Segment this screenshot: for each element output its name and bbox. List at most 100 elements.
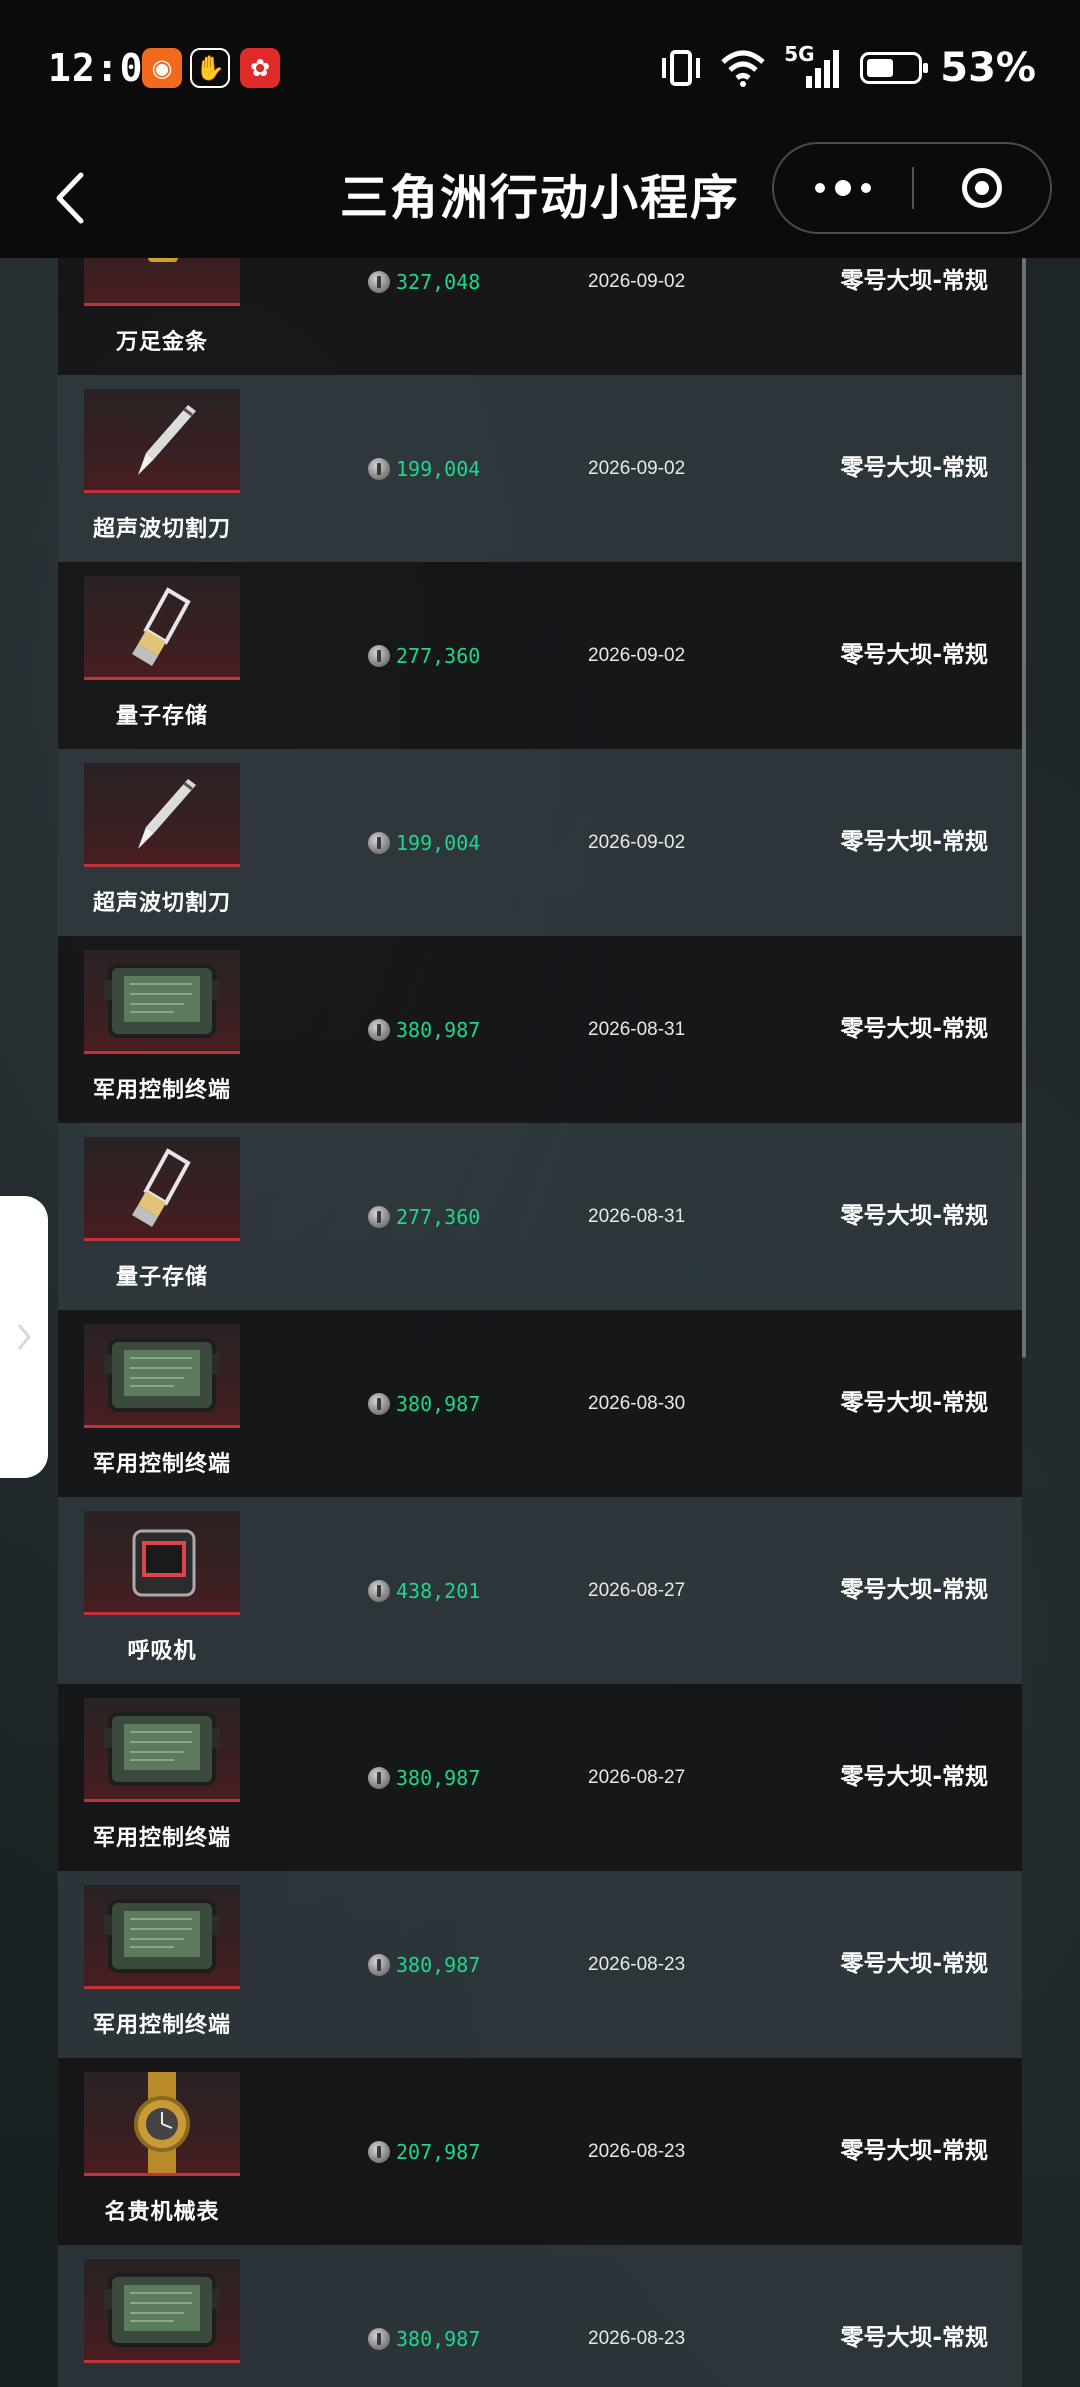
record-row[interactable]: 万足金条 327,048 2026-09-02 零号大坝-常规 [58, 258, 1022, 375]
record-date: 2026-08-27 [588, 1767, 686, 1788]
wifi-icon [721, 50, 765, 87]
target-icon [962, 168, 1002, 208]
map-mode: 零号大坝-常规 [840, 268, 988, 294]
item-name: 超声波切割刀 [92, 517, 231, 542]
item-name: 万足金条 [115, 330, 208, 355]
item-name: 名贵机械表 [104, 2200, 220, 2225]
item-name: 军用控制终端 [92, 1452, 231, 1477]
record-row[interactable]: 名贵机械表 207,987 2026-08-23 零号大坝-常规 [58, 2058, 1022, 2245]
record-date: 2026-09-02 [588, 271, 686, 292]
coin-icon [368, 1766, 390, 1789]
side-drawer-handle[interactable] [0, 1196, 48, 1478]
item-price: 199,004 [396, 456, 481, 481]
control-terminal-icon [84, 950, 240, 1054]
price-cell: 380,987 [368, 1871, 480, 2058]
gold-bar-icon [84, 258, 240, 306]
record-list-viewport[interactable]: 万足金条 327,048 2026-09-02 零号大坝-常规 超声波切割刀 199,00… [0, 258, 1080, 2387]
map-mode: 零号大坝-常规 [840, 1390, 988, 1416]
record-date: 2026-08-31 [588, 1206, 686, 1227]
price-cell: 380,987 [368, 1310, 480, 1497]
scalpel-icon [84, 763, 240, 867]
nav-bar: 三角洲行动小程序 [0, 140, 1080, 258]
more-dots-icon [815, 183, 825, 193]
map-mode: 零号大坝-常规 [840, 1203, 988, 1229]
item-price: 277,360 [396, 1204, 481, 1229]
coin-icon [368, 1953, 390, 1976]
item-name: 呼吸机 [127, 1639, 197, 1664]
coin-icon [368, 644, 390, 667]
price-cell: 438,201 [368, 1497, 480, 1684]
record-row[interactable]: 量子存储 277,360 2026-09-02 零号大坝-常规 [58, 562, 1022, 749]
record-list: 万足金条 327,048 2026-09-02 零号大坝-常规 超声波切割刀 199,00… [58, 258, 1022, 2387]
item-name: 军用控制终端 [92, 1826, 231, 1851]
record-date: 2026-08-27 [588, 1580, 686, 1601]
price-cell: 380,987 [368, 936, 480, 1123]
more-menu-button[interactable] [774, 144, 912, 232]
record-date: 2026-08-23 [588, 1954, 686, 1975]
price-cell: 327,048 [368, 258, 480, 375]
map-mode: 零号大坝-常规 [840, 2138, 988, 2164]
usb-drive-icon [84, 576, 240, 680]
coin-icon [368, 270, 390, 293]
app-notification-icon: ◉ [142, 48, 182, 88]
coin-icon [368, 831, 390, 854]
record-row[interactable]: 380,987 2026-08-23 零号大坝-常规 [58, 2245, 1022, 2387]
price-cell: 380,987 [368, 2245, 480, 2387]
control-terminal-icon [84, 2259, 240, 2363]
record-row[interactable]: 超声波切割刀 199,004 2026-09-02 零号大坝-常规 [58, 749, 1022, 936]
status-bar: 12:01 ◉ ✋ ✿ 5G 53% [0, 0, 1080, 140]
coin-icon [368, 2327, 390, 2350]
game-notification-icon: ✿ [240, 48, 280, 88]
price-cell: 199,004 [368, 749, 480, 936]
map-mode: 零号大坝-常规 [840, 1764, 988, 1790]
hand-notification-icon: ✋ [190, 48, 230, 88]
coin-icon [368, 1579, 390, 1602]
price-cell: 380,987 [368, 1684, 480, 1871]
record-row[interactable]: 军用控制终端 380,987 2026-08-30 零号大坝-常规 [58, 1310, 1022, 1497]
record-row[interactable]: 军用控制终端 380,987 2026-08-31 零号大坝-常规 [58, 936, 1022, 1123]
item-price: 207,987 [396, 2139, 481, 2164]
record-row[interactable]: 军用控制终端 380,987 2026-08-23 零号大坝-常规 [58, 1871, 1022, 2058]
price-cell: 277,360 [368, 562, 480, 749]
record-row[interactable]: 超声波切割刀 199,004 2026-09-02 零号大坝-常规 [58, 375, 1022, 562]
item-name: 军用控制终端 [92, 2013, 231, 2038]
control-terminal-icon [84, 1324, 240, 1428]
record-row[interactable]: 量子存储 277,360 2026-08-31 零号大坝-常规 [58, 1123, 1022, 1310]
battery-percent: 53% [940, 45, 1036, 91]
respirator-icon [84, 1511, 240, 1615]
item-price: 327,048 [396, 269, 481, 294]
item-price: 277,360 [396, 643, 481, 668]
price-cell: 277,360 [368, 1123, 480, 1310]
scalpel-icon [84, 389, 240, 493]
record-date: 2026-09-02 [588, 832, 686, 853]
control-terminal-icon [84, 1698, 240, 1802]
map-mode: 零号大坝-常规 [840, 1577, 988, 1603]
vibrate-icon [662, 50, 701, 86]
item-price: 380,987 [396, 1952, 481, 1977]
record-date: 2026-08-30 [588, 1393, 686, 1414]
control-terminal-icon [84, 1885, 240, 1989]
coin-icon [368, 1205, 390, 1228]
map-mode: 零号大坝-常规 [840, 1951, 988, 1977]
mini-program-capsule [772, 142, 1052, 234]
record-date: 2026-09-02 [588, 458, 686, 479]
item-name: 量子存储 [115, 1265, 208, 1290]
scrollbar[interactable] [1022, 258, 1026, 1358]
item-name: 量子存储 [115, 704, 208, 729]
chevron-right-icon [17, 1324, 31, 1350]
record-row[interactable]: 军用控制终端 380,987 2026-08-27 零号大坝-常规 [58, 1684, 1022, 1871]
price-cell: 207,987 [368, 2058, 480, 2245]
map-mode: 零号大坝-常规 [840, 2325, 988, 2351]
item-name: 军用控制终端 [92, 1078, 231, 1103]
map-mode: 零号大坝-常规 [840, 642, 988, 668]
item-price: 380,987 [396, 2326, 481, 2351]
map-mode: 零号大坝-常规 [840, 829, 988, 855]
price-cell: 199,004 [368, 375, 480, 562]
usb-drive-icon [84, 1137, 240, 1241]
battery-icon [860, 52, 929, 84]
close-mini-program-button[interactable] [914, 144, 1050, 232]
record-row[interactable]: 呼吸机 438,201 2026-08-27 零号大坝-常规 [58, 1497, 1022, 1684]
item-price: 438,201 [396, 1578, 481, 1603]
item-price: 380,987 [396, 1017, 481, 1042]
record-date: 2026-08-31 [588, 1019, 686, 1040]
